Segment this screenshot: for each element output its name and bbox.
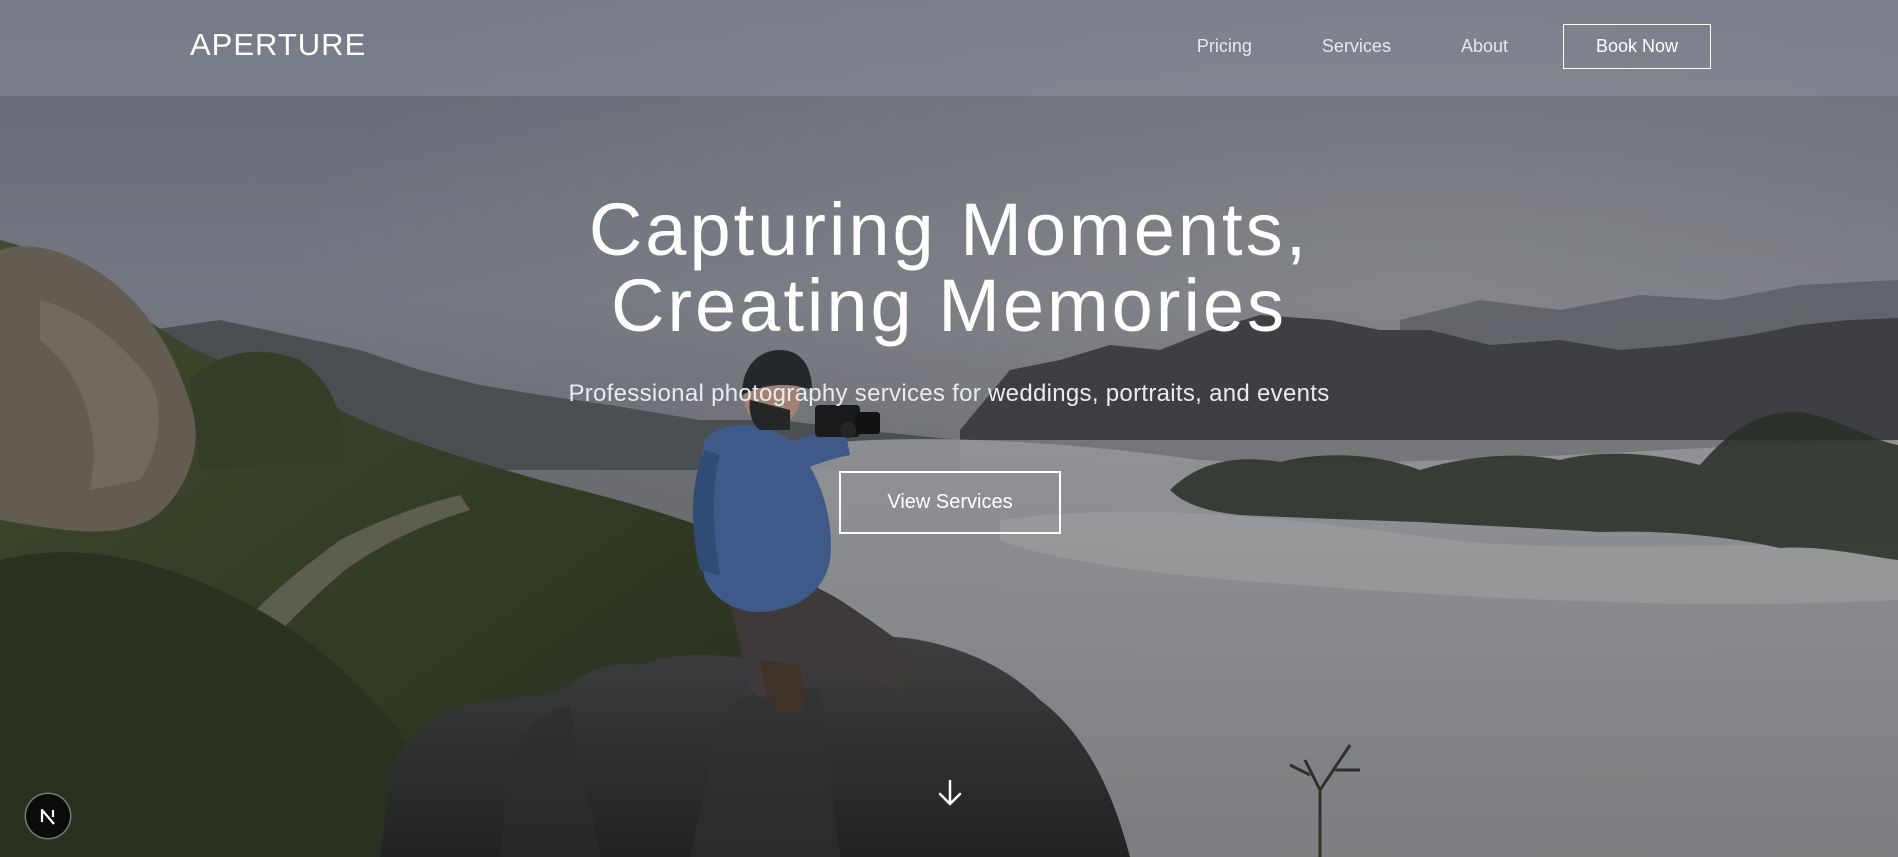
hero-subtitle: Professional photography services for we… xyxy=(568,380,1330,407)
nav-link-services[interactable]: Services xyxy=(1322,36,1391,57)
nextjs-logo-icon xyxy=(40,808,55,825)
nav-link-pricing[interactable]: Pricing xyxy=(1197,36,1252,57)
arrow-down-icon[interactable] xyxy=(937,778,963,808)
brand-logo[interactable]: APERTURE xyxy=(190,27,366,63)
hero-title-line-2: Creating Memories xyxy=(610,264,1288,347)
main-nav: Pricing Services About Book Now xyxy=(1197,22,1711,70)
view-services-button[interactable]: View Services xyxy=(839,471,1061,534)
hero-title: Capturing Moments, Creating Memories xyxy=(0,192,1898,344)
hero-background-photo xyxy=(0,0,1898,857)
nav-link-about[interactable]: About xyxy=(1461,36,1508,57)
site-header: APERTURE Pricing Services About Book Now xyxy=(0,0,1898,96)
hero-title-line-1: Capturing Moments, xyxy=(588,188,1310,271)
nextjs-dev-badge[interactable] xyxy=(26,794,70,838)
landing-page: APERTURE Pricing Services About Book Now… xyxy=(0,0,1898,857)
book-now-button[interactable]: Book Now xyxy=(1563,23,1711,69)
